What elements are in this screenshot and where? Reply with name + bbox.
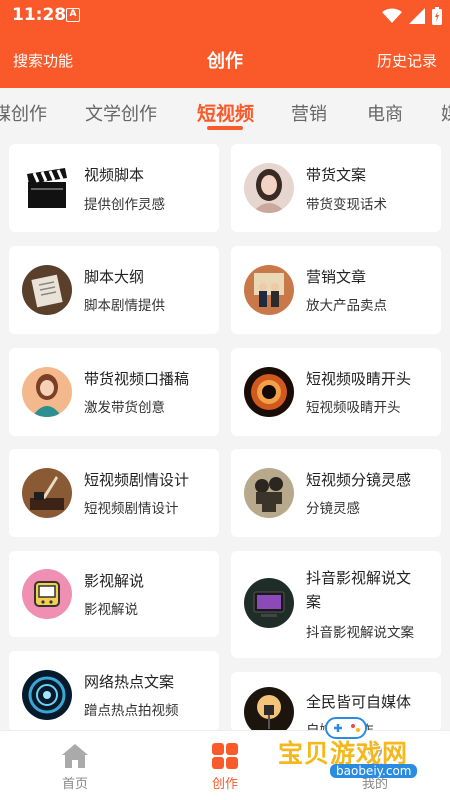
grid-icon [212,743,238,769]
tab-ecommerce[interactable]: 电商 [367,100,403,126]
card-title: 短视频吸睛开头 [306,370,412,388]
card-marketing-article[interactable]: 营销文章 放大产品卖点 [231,246,441,334]
card-video-script[interactable]: 视频脚本 提供创作灵感 [9,144,219,232]
card-title: 网络热点文案 [84,673,175,691]
card-script-outline[interactable]: 脚本大纲 脚本剧情提供 [9,246,219,334]
card-subtitle: 提供创作灵感 [84,197,165,213]
watermark-url: baobeiy.com [330,764,418,778]
woman-portrait-icon [244,163,294,213]
card-subtitle: 抖音影视解说文案 [306,625,414,641]
signal-icon [409,8,425,24]
tab-media[interactable]: 媒 [441,100,450,126]
status-icons [382,7,442,25]
card-subtitle: 短视频吸睛开头 [306,400,401,416]
tab-marketing[interactable]: 营销 [291,100,327,126]
card-live-script[interactable]: 带货视频口播稿 激发带货创意 [9,348,219,436]
card-title: 短视频分镜灵感 [306,471,412,489]
nav-home[interactable]: 首页 [0,731,150,800]
app-bar: 搜索功能 创作 历史记录 [0,32,450,88]
presenter-woman-icon [22,367,72,417]
card-subtitle: 蹭点热点拍视频 [84,703,179,719]
tab-literary-creation[interactable]: 文学创作 [85,100,157,126]
card-subtitle: 影视解说 [84,602,138,618]
card-film-commentary[interactable]: 影视解说 影视解说 [9,551,219,637]
card-sales-copy[interactable]: 带货文案 带货变现话术 [231,144,441,232]
writing-desk-icon [22,468,72,518]
card-title: 影视解说 [84,572,145,590]
tab-media-creation[interactable]: 媒创作 [0,100,47,126]
watermark-logo: 宝贝游戏网 baobeiy.com [272,714,450,784]
card-douyin-commentary[interactable]: 抖音影视解说文 案 抖音影视解说文案 [231,551,441,658]
card-catchy-opening[interactable]: 短视频吸睛开头 短视频吸睛开头 [231,348,441,436]
category-tabs: 媒创作 文学创作 短视频 营销 电商 媒 [0,88,450,136]
status-bar: 11:28 A [0,0,450,32]
clapperboard-icon [22,164,72,214]
card-subtitle: 分镜灵感 [306,501,360,517]
script-book-icon [22,265,72,315]
card-title: 脚本大纲 [84,268,145,286]
card-title: 带货文案 [306,166,367,184]
card-title: 短视频剧情设计 [84,471,190,489]
business-people-icon [244,265,294,315]
film-projector-icon [244,468,294,518]
eye-icon [244,367,294,417]
card-title: 营销文章 [306,268,367,286]
card-storyboard[interactable]: 短视频分镜灵感 分镜灵感 [231,449,441,537]
card-title-continued: 案 [306,593,322,611]
tech-circle-icon [22,670,72,720]
card-plot-design[interactable]: 短视频剧情设计 短视频剧情设计 [9,449,219,537]
card-title: 视频脚本 [84,166,145,184]
card-subtitle: 激发带货创意 [84,400,165,416]
history-button[interactable]: 历史记录 [377,50,437,71]
card-trending-copy[interactable]: 网络热点文案 蹭点热点拍视频 [9,651,219,731]
notification-icon: A [66,8,80,22]
card-title: 全民皆可自媒体 [306,693,412,711]
tv-screen-icon [244,578,294,628]
card-title: 带货视频口播稿 [84,370,190,388]
card-subtitle: 放大产品卖点 [306,298,387,314]
card-title: 抖音影视解说文 [306,569,412,587]
tab-short-video[interactable]: 短视频 [197,99,254,126]
card-subtitle: 脚本剧情提供 [84,298,165,314]
wifi-icon [382,8,402,23]
nav-label: 首页 [61,777,88,792]
card-subtitle: 带货变现话术 [306,197,387,213]
retro-tv-icon [22,569,72,619]
card-subtitle: 短视频剧情设计 [84,501,179,517]
status-time: 11:28 [12,5,67,25]
active-tab-indicator [207,126,243,130]
battery-icon [432,7,442,25]
home-icon [62,744,88,768]
